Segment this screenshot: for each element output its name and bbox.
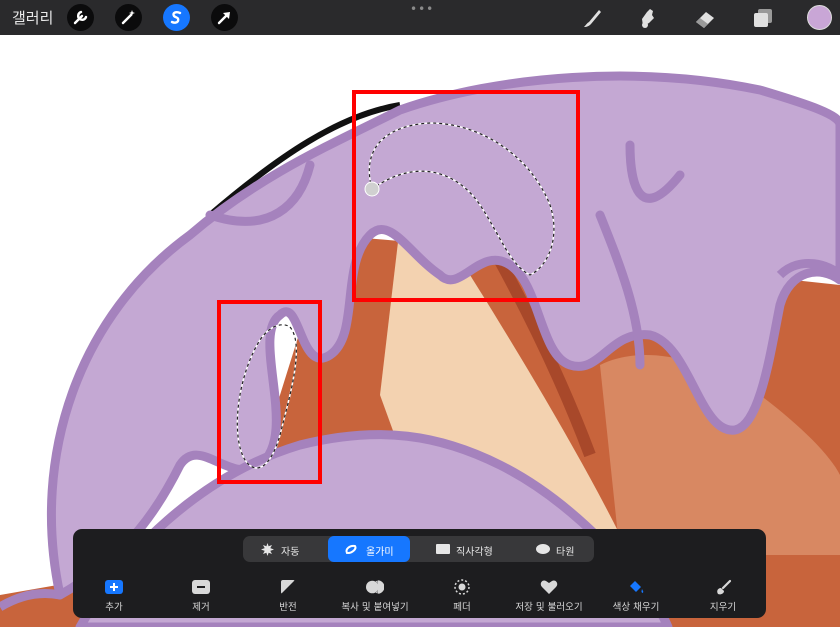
rectangle-icon <box>436 544 450 554</box>
mode-auto[interactable]: 자동 <box>243 536 328 562</box>
eraser-icon[interactable] <box>691 4 719 32</box>
add-button[interactable]: 추가 <box>74 579 154 613</box>
save-load-button[interactable]: 저장 및 불러오기 <box>509 579 589 613</box>
selection-icon[interactable] <box>163 4 190 31</box>
feather-button[interactable]: 페더 <box>422 579 502 613</box>
mode-lasso[interactable]: 올가미 <box>328 536 410 562</box>
color-fill-button[interactable]: 색상 채우기 <box>596 579 676 613</box>
grab-handle[interactable]: ••• <box>410 2 434 16</box>
top-toolbar: 갤러리 ••• <box>0 0 840 35</box>
gallery-button[interactable]: 갤러리 <box>12 7 53 28</box>
brush-icon[interactable] <box>578 4 606 32</box>
lasso-icon <box>345 544 357 554</box>
remove-icon <box>192 580 210 594</box>
remove-button[interactable]: 제거 <box>161 579 241 613</box>
selection-mode-segmented: 자동 올가미 직사각형 타원 <box>243 536 594 562</box>
color-fill-icon <box>630 581 644 593</box>
invert-icon <box>281 580 295 594</box>
transform-arrow-icon[interactable] <box>211 4 238 31</box>
mode-rectangle[interactable]: 직사각형 <box>418 536 510 562</box>
add-icon <box>105 580 123 594</box>
heart-icon <box>540 580 558 594</box>
feather-icon <box>454 579 470 595</box>
auto-icon <box>261 543 274 556</box>
invert-button[interactable]: 반전 <box>248 579 328 613</box>
smudge-icon[interactable] <box>634 4 662 32</box>
wrench-icon[interactable] <box>67 4 94 31</box>
layers-icon[interactable] <box>749 4 777 32</box>
selection-panel: 자동 올가미 직사각형 타원 추가 제거 반전 복사 및 붙여넣기 페더 저장 … <box>73 529 766 618</box>
mode-ellipse[interactable]: 타원 <box>521 536 591 562</box>
copy-paste-icon <box>366 580 384 594</box>
ellipse-icon <box>536 544 550 554</box>
clear-button[interactable]: 지우기 <box>683 579 763 613</box>
copy-paste-button[interactable]: 복사 및 붙여넣기 <box>335 579 415 613</box>
clear-icon <box>717 579 732 595</box>
magic-wand-icon[interactable] <box>115 4 142 31</box>
color-picker-swatch[interactable] <box>807 5 832 30</box>
